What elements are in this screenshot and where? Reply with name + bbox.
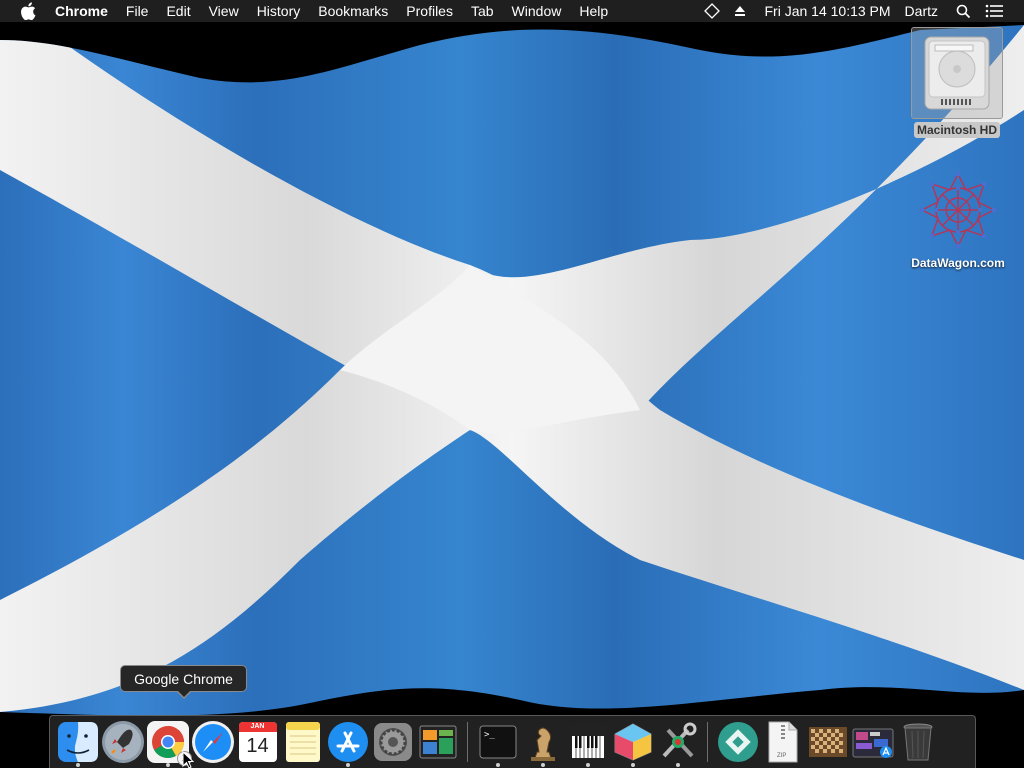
dock-separator (467, 722, 468, 762)
calendar-icon: JAN 14 (238, 722, 277, 762)
menu-bar: Chrome File Edit View History Bookmarks … (0, 0, 1024, 22)
running-indicator (585, 762, 590, 767)
tooltip-arrow-inner (177, 690, 191, 697)
dock-item-launchpad[interactable] (101, 716, 145, 768)
launchpad-icon (101, 721, 144, 763)
menu-bookmarks[interactable]: Bookmarks (309, 0, 397, 22)
svg-text:>_: >_ (484, 730, 495, 740)
dock-item-grapher[interactable] (611, 716, 655, 768)
camo-app-icon (717, 722, 758, 762)
menu-app-chrome[interactable]: Chrome (49, 0, 117, 22)
dock-item-terminal[interactable]: >_ (476, 716, 520, 768)
zip-archive-icon: ZIP (768, 721, 797, 763)
status-area: Fri Jan 14 10:13 PM Dartz (698, 0, 1024, 22)
dock-item-downloads[interactable] (851, 716, 895, 768)
dock-item-safari[interactable] (191, 716, 235, 768)
menu-window[interactable]: Window (503, 0, 571, 22)
grapher-icon (614, 723, 651, 761)
dock-item-archive[interactable]: ZIP (761, 716, 805, 768)
user-name[interactable]: Dartz (905, 0, 938, 22)
dock-item-calendar[interactable]: JAN 14 (236, 716, 280, 768)
menu-history[interactable]: History (248, 0, 310, 22)
desktop-icon-label: Macintosh HD (913, 122, 1000, 138)
system-preferences-icon (373, 723, 412, 761)
piano-icon (569, 725, 606, 759)
menu-tab[interactable]: Tab (462, 0, 503, 22)
desktop-icon-label: DataWagon.com (911, 256, 1005, 270)
mouse-cursor (182, 750, 196, 768)
menu-profiles[interactable]: Profiles (397, 0, 462, 22)
desktop-icon-datawagon[interactable]: DataWagon.com (904, 168, 1012, 271)
chessboard-icon (808, 727, 847, 757)
menu-edit[interactable]: Edit (157, 0, 199, 22)
trash-icon (903, 723, 932, 761)
diamond-icon[interactable] (698, 0, 726, 22)
dock-item-activity-viewer[interactable] (416, 716, 460, 768)
running-indicator (540, 762, 545, 767)
app-menu: Chrome File Edit View History Bookmarks … (49, 0, 617, 22)
dock-separator (707, 722, 708, 762)
utilities-icon (662, 722, 696, 758)
calendar-month: JAN (238, 722, 277, 732)
eject-icon[interactable] (726, 0, 754, 22)
running-indicator (495, 762, 500, 767)
dock-item-piano[interactable] (566, 716, 610, 768)
dock-item-trash[interactable] (896, 716, 940, 768)
running-indicator (345, 762, 350, 767)
menu-file[interactable]: File (117, 0, 158, 22)
app-store-icon (327, 722, 368, 762)
dock-tooltip: Google Chrome (120, 665, 247, 692)
notification-center-icon[interactable] (976, 0, 1012, 22)
running-indicator (75, 762, 80, 767)
spotlight-search-icon[interactable] (950, 0, 976, 22)
running-indicator (165, 762, 170, 767)
downloads-stack-icon (852, 728, 893, 758)
dock-item-app-store[interactable] (326, 716, 370, 768)
hard-drive-icon (911, 27, 1003, 119)
running-indicator (675, 762, 680, 767)
running-indicator (630, 762, 635, 767)
dock-item-notes[interactable] (281, 716, 325, 768)
finder-icon (57, 722, 98, 762)
dock-item-chess[interactable] (521, 716, 565, 768)
desktop-wallpaper (0, 0, 1024, 768)
dock-item-chessboard[interactable] (806, 716, 850, 768)
datawagon-logo-icon (916, 168, 1000, 252)
dock-item-system-preferences[interactable] (371, 716, 415, 768)
saltire-flag-wallpaper (0, 25, 1024, 716)
menu-view[interactable]: View (200, 0, 248, 22)
dock-item-utilities[interactable] (656, 716, 700, 768)
calendar-day: 14 (246, 735, 269, 757)
dock-item-finder[interactable] (56, 716, 100, 768)
notes-icon (285, 722, 320, 762)
svg-text:ZIP: ZIP (777, 753, 786, 759)
clock[interactable]: Fri Jan 14 10:13 PM (764, 0, 890, 22)
safari-icon (191, 721, 234, 763)
dock-item-camo[interactable] (716, 716, 760, 768)
apple-logo-icon[interactable] (17, 0, 39, 22)
desktop-icon-macintosh-hd[interactable]: Macintosh HD (911, 27, 1003, 138)
terminal-icon: >_ (479, 725, 516, 759)
window-manager-icon (419, 725, 456, 759)
chess-icon (530, 727, 555, 761)
menu-help[interactable]: Help (570, 0, 617, 22)
